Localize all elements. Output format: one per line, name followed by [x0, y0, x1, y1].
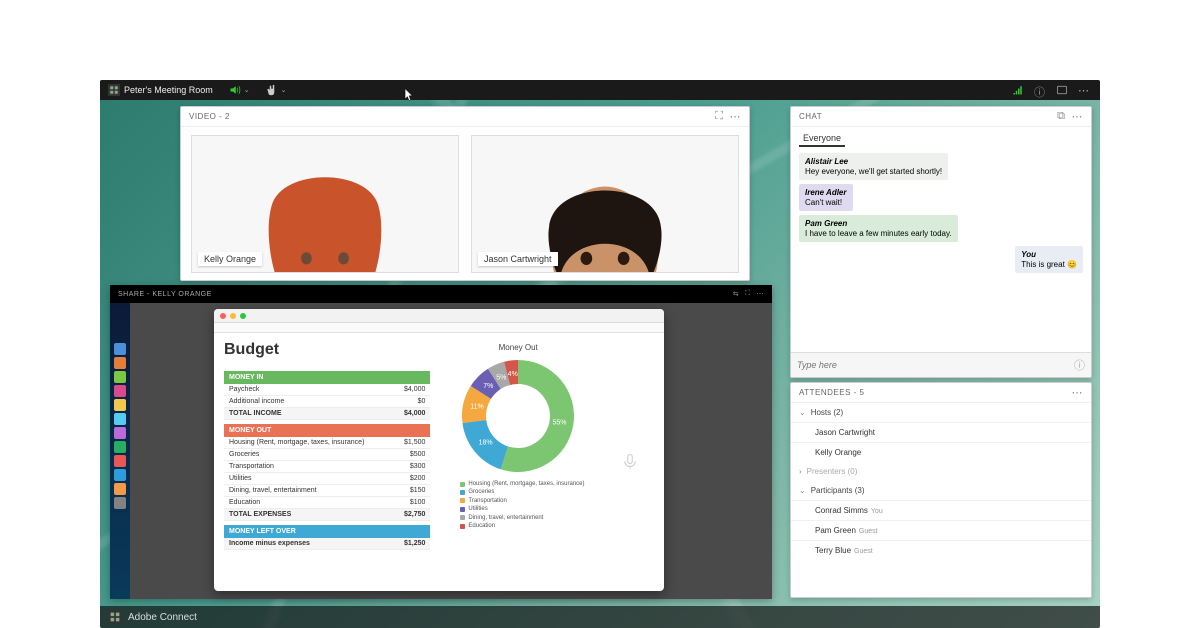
- section-money-in: MONEY IN: [224, 371, 430, 384]
- budget-row: Utilities$200: [224, 473, 430, 485]
- budget-row: Housing (Rent, mortgage, taxes, insuranc…: [224, 437, 430, 449]
- doc-title: Budget: [224, 341, 430, 359]
- chat-messages: Alistair LeeHey everyone, we'll get star…: [791, 147, 1091, 352]
- shared-screen: Budget MONEY IN Paycheck$4,000Additional…: [130, 303, 772, 599]
- chat-pod-header[interactable]: CHAT ⧉ ⋯: [791, 107, 1091, 127]
- hosts-section[interactable]: ⌄Hosts (2): [791, 403, 1091, 422]
- attendees-title: ATTENDEES - 5: [799, 388, 864, 397]
- video-pod-header[interactable]: VIDEO - 2 ⛶ ⋯: [181, 107, 749, 127]
- chat-message: Pam GreenI have to leave a few minutes e…: [799, 215, 958, 242]
- signal-icon[interactable]: [1012, 84, 1024, 96]
- section-money-left: MONEY LEFT OVER: [224, 525, 430, 538]
- mac-dock: [110, 303, 130, 599]
- attendee-row[interactable]: Jason Cartwright: [791, 422, 1091, 442]
- chat-pod: CHAT ⧉ ⋯ Everyone Alistair LeeHey everyo…: [790, 106, 1092, 378]
- room-title: Peter's Meeting Room: [124, 85, 213, 95]
- attendee-row[interactable]: Kelly Orange: [791, 442, 1091, 462]
- chevron-down-icon: ⌄: [281, 86, 287, 94]
- maximize-icon[interactable]: ⛶: [745, 290, 750, 298]
- svg-text:7%: 7%: [483, 383, 493, 390]
- participants-section[interactable]: ⌄Participants (3): [791, 481, 1091, 500]
- chat-input[interactable]: [797, 360, 1074, 370]
- more-menu-icon[interactable]: ⋯: [1078, 84, 1090, 96]
- more-icon[interactable]: ⋯: [1072, 110, 1084, 123]
- chat-tab-everyone[interactable]: Everyone: [799, 131, 845, 147]
- chat-message: YouThis is great 😊: [1015, 246, 1083, 273]
- chat-pod-title: CHAT: [799, 112, 822, 121]
- chat-help-icon[interactable]: ⓘ: [1074, 357, 1085, 373]
- budget-row: Paycheck$4,000: [224, 384, 430, 396]
- video-name-tag: Jason Cartwright: [478, 252, 558, 266]
- chevron-down-icon: ⌄: [799, 408, 806, 417]
- mouse-cursor-icon: [404, 88, 414, 102]
- attendee-row[interactable]: Conrad SimmsYou: [791, 500, 1091, 520]
- chart-title: Money Out: [499, 343, 538, 352]
- attendees-pod-header[interactable]: ATTENDEES - 5 ⋯: [791, 383, 1091, 403]
- raise-hand-menu[interactable]: ⌄: [258, 84, 295, 96]
- budget-row: Transportation$300: [224, 461, 430, 473]
- request-mic[interactable]: [606, 339, 654, 585]
- help-icon[interactable]: ⓘ: [1034, 84, 1046, 96]
- chat-input-row: ⓘ: [791, 352, 1091, 377]
- svg-text:55%: 55%: [553, 419, 567, 426]
- chevron-down-icon: ⌄: [799, 486, 806, 495]
- video-pod-title: VIDEO - 2: [189, 112, 230, 121]
- video-tiles: Kelly Orange Jason Cartwright: [181, 127, 749, 281]
- footer-label: Adobe Connect: [128, 612, 197, 623]
- more-icon[interactable]: ⋯: [730, 110, 742, 123]
- money-out-donut-chart: 55% 18% 11% 7%5%4%: [458, 356, 578, 476]
- chart-legend: Housing (Rent, mortgage, taxes, insuranc…: [448, 480, 584, 530]
- speaker-menu[interactable]: ⌄: [221, 84, 258, 96]
- budget-row: Groceries$500: [224, 449, 430, 461]
- share-pod: SHARE - KELLY ORANGE ⇆ ⛶ ⋯ Budget: [110, 285, 772, 599]
- sync-icon[interactable]: ⇆: [733, 290, 739, 298]
- video-pod: VIDEO - 2 ⛶ ⋯ Kelly Orange: [180, 106, 750, 281]
- video-name-tag: Kelly Orange: [198, 252, 262, 266]
- share-pod-header[interactable]: SHARE - KELLY ORANGE ⇆ ⛶ ⋯: [110, 285, 772, 303]
- budget-row: Education$100: [224, 497, 430, 509]
- section-money-out: MONEY OUT: [224, 424, 430, 437]
- more-icon[interactable]: ⋯: [757, 290, 765, 298]
- budget-document: Budget MONEY IN Paycheck$4,000Additional…: [214, 309, 664, 591]
- budget-row: Additional income$0: [224, 396, 430, 408]
- fullscreen-icon[interactable]: [1056, 84, 1068, 96]
- top-menu-bar: Peter's Meeting Room ⌄ ⌄ ⓘ ⋯: [100, 80, 1100, 100]
- chat-message: Irene AdlerCan't wait!: [799, 184, 853, 211]
- maximize-icon[interactable]: ⛶: [715, 110, 723, 123]
- svg-text:18%: 18%: [479, 440, 493, 447]
- budget-row: Dining, travel, entertainment$150: [224, 485, 430, 497]
- svg-text:4%: 4%: [508, 371, 518, 378]
- video-tile[interactable]: Kelly Orange: [191, 135, 459, 273]
- chevron-right-icon: ›: [799, 467, 802, 476]
- attendees-pod: ATTENDEES - 5 ⋯ ⌄Hosts (2) Jason Cartwri…: [790, 382, 1092, 598]
- attendee-row[interactable]: Terry BlueGuest: [791, 540, 1091, 560]
- video-tile[interactable]: Jason Cartwright: [471, 135, 739, 273]
- popout-icon[interactable]: ⧉: [1057, 110, 1065, 123]
- svg-text:11%: 11%: [470, 404, 484, 411]
- app-logo: Peter's Meeting Room: [100, 84, 221, 96]
- attendee-row[interactable]: Pam GreenGuest: [791, 520, 1091, 540]
- svg-text:5%: 5%: [496, 374, 506, 381]
- chat-message: Alistair LeeHey everyone, we'll get star…: [799, 153, 948, 180]
- more-icon[interactable]: ⋯: [1072, 386, 1084, 399]
- share-pod-title: SHARE - KELLY ORANGE: [118, 291, 212, 298]
- footer-bar: Adobe Connect: [100, 606, 1100, 628]
- chevron-down-icon: ⌄: [244, 86, 250, 94]
- presenters-section[interactable]: ›Presenters (0): [791, 462, 1091, 481]
